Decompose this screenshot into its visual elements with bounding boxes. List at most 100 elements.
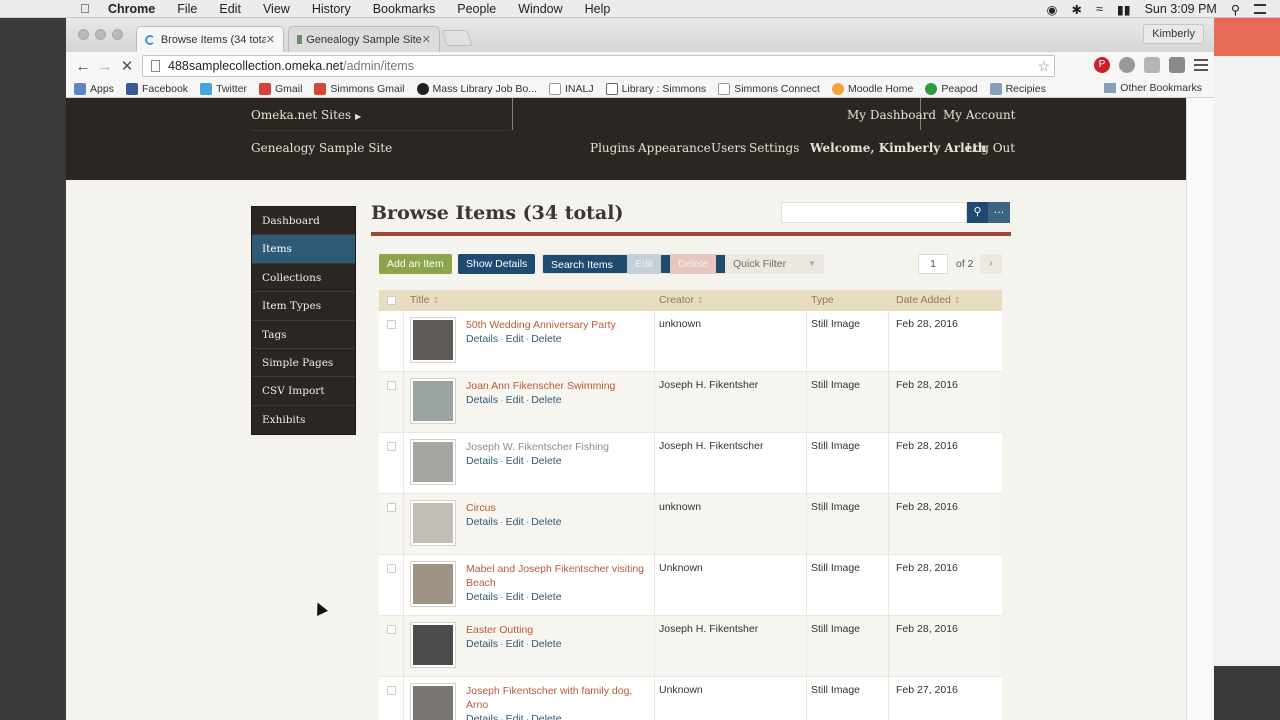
sidebar-item-exhibits[interactable]: Exhibits [252, 406, 355, 434]
minimize-window-icon[interactable] [95, 29, 106, 40]
battery-icon[interactable]: ▮▮ [1117, 2, 1131, 17]
item-thumbnail[interactable] [410, 500, 456, 546]
delete-link[interactable]: Delete [531, 713, 561, 720]
details-link[interactable]: Details [466, 394, 498, 406]
sidebar-item-dashboard[interactable]: Dashboard [252, 207, 355, 236]
bookmark-inalj[interactable]: INALJ [548, 82, 594, 95]
row-checkbox[interactable] [387, 564, 396, 573]
next-page-button[interactable]: › [980, 254, 1002, 274]
other-bookmarks[interactable]: Other Bookmarks [1104, 82, 1202, 94]
item-title-link[interactable]: 50th Wedding Anniversary Party [466, 318, 646, 332]
menu-app-name[interactable]: Chrome [108, 2, 155, 16]
column-creator[interactable]: Creator ⇕ [659, 294, 704, 306]
sidebar-item-csv-import[interactable]: CSV Import [252, 377, 355, 406]
quick-filter-dropdown[interactable]: Quick Filter ▼ [725, 254, 824, 274]
sidebar-item-item-types[interactable]: Item Types [252, 292, 355, 321]
edit-link[interactable]: Edit [506, 516, 524, 528]
column-date-added[interactable]: Date Added ⇕ [896, 294, 961, 306]
edit-link[interactable]: Edit [506, 394, 524, 406]
site-name-link[interactable]: Genealogy Sample Site [251, 141, 392, 155]
item-title-link[interactable]: Joseph W. Fikentscher Fishing [466, 440, 646, 454]
bookmark-recipies[interactable]: Recipies [989, 82, 1046, 95]
details-link[interactable]: Details [466, 638, 498, 650]
puzzle-icon[interactable] [1169, 57, 1185, 73]
spotlight-icon[interactable]: ⚲ [1231, 2, 1240, 17]
row-checkbox[interactable] [387, 381, 396, 390]
delete-link[interactable]: Delete [531, 638, 561, 650]
stop-loading-icon[interactable]: ✕ [116, 57, 138, 75]
sidebar-item-simple-pages[interactable]: Simple Pages [252, 349, 355, 378]
add-item-button[interactable]: Add an Item [379, 254, 452, 274]
bookmark-gmail[interactable]: Gmail [258, 82, 302, 95]
row-checkbox[interactable] [387, 503, 396, 512]
delete-link[interactable]: Delete [531, 333, 561, 345]
delete-link[interactable]: Delete [531, 455, 561, 467]
delete-link[interactable]: Delete [531, 591, 561, 603]
row-checkbox[interactable] [387, 320, 396, 329]
edit-link[interactable]: Edit [506, 333, 524, 345]
bookmark-library-simmons[interactable]: Library : Simmons [605, 82, 706, 95]
details-link[interactable]: Details [466, 455, 498, 467]
sidebar-item-items[interactable]: Items [252, 235, 355, 264]
forward-arrow-icon[interactable]: → [94, 58, 116, 75]
new-tab-button[interactable] [441, 30, 473, 46]
notification-center-icon[interactable] [1254, 4, 1266, 14]
tab-genealogy-site[interactable]: Genealogy Sample Site ✕ [288, 26, 440, 52]
close-tab-icon[interactable]: ✕ [422, 33, 431, 46]
edit-link[interactable]: Edit [506, 638, 524, 650]
plugins-link[interactable]: Plugins [590, 141, 635, 155]
menu-history[interactable]: History [312, 2, 351, 16]
my-account-link[interactable]: My Account [943, 108, 1016, 122]
bookmark-peapod[interactable]: Peapod [925, 82, 978, 95]
tab-browse-items[interactable]: Browse Items (34 total) · G ✕ [136, 26, 284, 52]
details-link[interactable]: Details [466, 713, 498, 720]
bookmark-simmons-gmail[interactable]: Simmons Gmail [314, 82, 405, 95]
bookmark-star-icon[interactable]: ☆ [1037, 58, 1050, 75]
back-arrow-icon[interactable]: ← [72, 58, 94, 75]
item-title-link[interactable]: Circus [466, 501, 646, 515]
batch-edit-button[interactable]: Edit [627, 254, 662, 274]
item-thumbnail[interactable] [410, 622, 456, 668]
item-title-link[interactable]: Joan Ann Fikenscher Swimming [466, 379, 646, 393]
column-type[interactable]: Type [811, 294, 834, 306]
column-title[interactable]: Title ⇕ [410, 294, 439, 306]
settings-link[interactable]: Settings [749, 141, 799, 155]
item-thumbnail[interactable] [410, 561, 456, 607]
my-dashboard-link[interactable]: My Dashboard [847, 108, 936, 122]
extension-gray-icon[interactable] [1119, 57, 1135, 73]
scrollbar[interactable] [1186, 98, 1214, 720]
omeka-sites-menu[interactable]: Omeka.net Sites ▶ [251, 108, 361, 122]
item-title-link[interactable]: Joseph Fikentscher with family dog, Arno [466, 684, 646, 712]
edit-link[interactable]: Edit [506, 455, 524, 467]
item-title-link[interactable]: Mabel and Joseph Fikentscher visiting Be… [466, 562, 646, 590]
bookmark-mass-library[interactable]: Mass Library Job Bo... [416, 82, 537, 95]
delete-link[interactable]: Delete [531, 516, 561, 528]
zoom-window-icon[interactable] [112, 29, 123, 40]
sidebar-item-tags[interactable]: Tags [252, 321, 355, 349]
welcome-user[interactable]: Welcome, Kimberly Arleth [810, 141, 987, 155]
record-icon[interactable]: ◉ [1047, 2, 1058, 17]
chrome-menu-icon[interactable] [1194, 59, 1208, 71]
search-button[interactable]: ⚲ [967, 202, 988, 223]
item-title-link[interactable]: Easter Outting [466, 623, 646, 637]
wifi-icon[interactable]: ≈ [1096, 2, 1103, 16]
bookmark-twitter[interactable]: Twitter [200, 82, 247, 95]
search-input[interactable] [781, 202, 967, 223]
item-thumbnail[interactable] [410, 317, 456, 363]
details-link[interactable]: Details [466, 333, 498, 345]
extension-layers-icon[interactable] [1144, 57, 1160, 73]
apple-icon[interactable]:  [80, 1, 96, 16]
bookmark-simmons-connect[interactable]: Simmons Connect [718, 82, 820, 95]
advanced-search-button[interactable]: … [988, 202, 1010, 223]
bookmark-apps[interactable]: Apps [74, 82, 114, 95]
item-thumbnail[interactable] [410, 378, 456, 424]
select-all-checkbox[interactable] [387, 296, 396, 305]
appearance-link[interactable]: Appearance [638, 141, 711, 155]
edit-link[interactable]: Edit [506, 713, 524, 720]
item-thumbnail[interactable] [410, 683, 456, 720]
bookmark-moodle[interactable]: Moodle Home [831, 82, 913, 95]
profile-button[interactable]: Kimberly [1143, 24, 1204, 44]
edit-link[interactable]: Edit [506, 591, 524, 603]
close-tab-icon[interactable]: ✕ [266, 33, 275, 46]
row-checkbox[interactable] [387, 686, 396, 695]
